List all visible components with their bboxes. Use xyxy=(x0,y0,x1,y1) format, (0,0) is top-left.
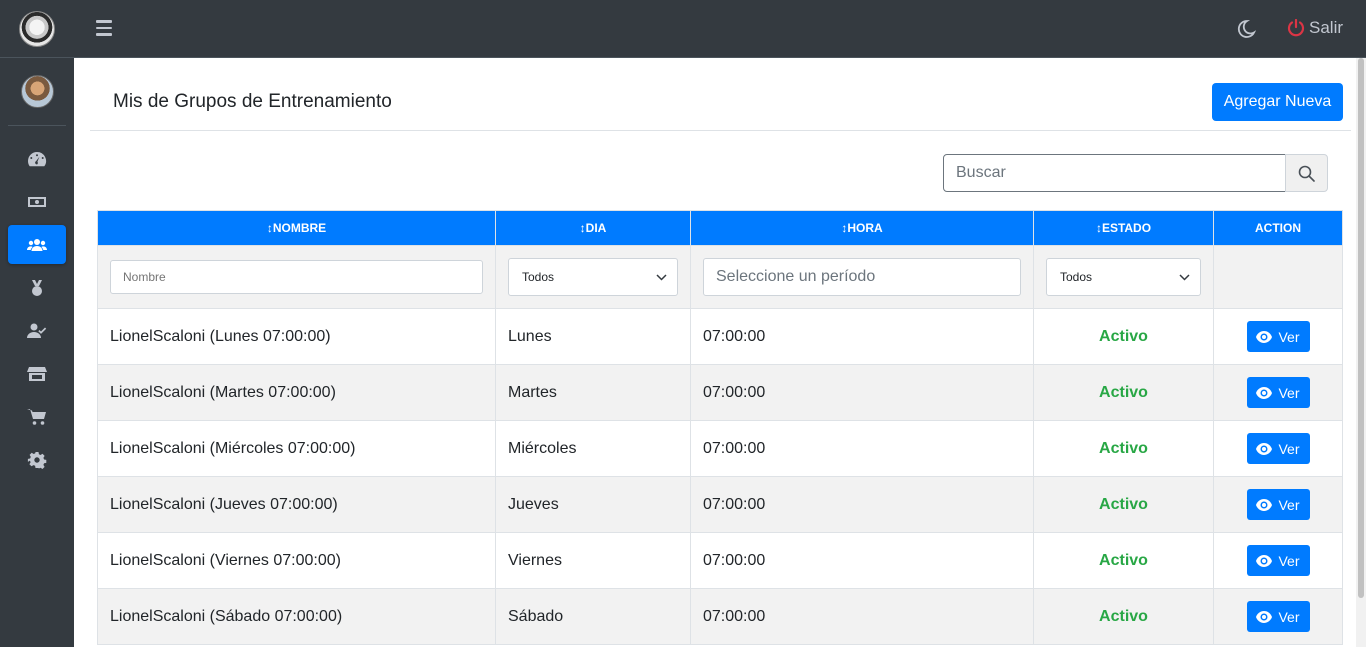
filter-row: Todos Todos xyxy=(97,245,1343,309)
cell-nombre: LionelScaloni (Miércoles 07:00:00) xyxy=(97,420,496,477)
cell-hora: 07:00:00 xyxy=(690,476,1034,533)
table-row: LionelScaloni (Lunes 07:00:00) Lunes 07:… xyxy=(97,308,1343,365)
table-header-row: ↕NOMBRE ↕DIA ↕HORA ↕ESTADO ACTION xyxy=(97,210,1343,246)
table-row: LionelScaloni (Viernes 07:00:00) Viernes… xyxy=(97,532,1343,589)
brand-logo[interactable] xyxy=(19,10,55,47)
eye-icon xyxy=(1256,386,1273,399)
filter-nombre-input[interactable] xyxy=(110,260,483,294)
sidebar-item-medals[interactable] xyxy=(8,268,66,307)
table-row: LionelScaloni (Martes 07:00:00) Martes 0… xyxy=(97,364,1343,421)
cell-nombre: LionelScaloni (Sábado 07:00:00) xyxy=(97,588,496,645)
ver-button[interactable]: Ver xyxy=(1246,601,1310,632)
eye-icon xyxy=(1256,498,1273,511)
cell-estado: Activo xyxy=(1033,588,1214,645)
table-row: LionelScaloni (Sábado 07:00:00) Sábado 0… xyxy=(97,588,1343,645)
filter-action-empty xyxy=(1213,245,1343,309)
cell-dia: Miércoles xyxy=(495,420,691,477)
cell-hora: 07:00:00 xyxy=(690,532,1034,589)
page-title: Mis de Grupos de Entrenamiento xyxy=(113,91,392,112)
menu-toggle-icon[interactable] xyxy=(96,20,112,36)
user-check-icon xyxy=(27,323,47,338)
dark-mode-icon[interactable] xyxy=(1236,19,1256,39)
money-icon xyxy=(28,196,46,207)
filter-dia-select[interactable]: Todos xyxy=(508,258,678,296)
cell-hora: 07:00:00 xyxy=(690,364,1034,421)
header-nombre[interactable]: ↕NOMBRE xyxy=(97,210,496,246)
eye-icon xyxy=(1256,554,1273,567)
header-estado[interactable]: ↕ESTADO xyxy=(1033,210,1214,246)
cell-nombre: LionelScaloni (Viernes 07:00:00) xyxy=(97,532,496,589)
cell-hora: 07:00:00 xyxy=(690,420,1034,477)
card-header: Mis de Grupos de Entrenamiento Agregar N… xyxy=(90,58,1351,131)
eye-icon xyxy=(1256,330,1273,343)
sidebar-item-groups[interactable] xyxy=(8,225,66,264)
cell-hora: 07:00:00 xyxy=(690,308,1034,365)
filter-dia-value: Todos xyxy=(522,270,555,284)
store-icon xyxy=(27,366,47,381)
ver-button[interactable]: Ver xyxy=(1246,321,1310,352)
header-hora[interactable]: ↕HORA xyxy=(690,210,1034,246)
page-scrollbar[interactable] xyxy=(1356,58,1366,647)
chevron-down-icon xyxy=(1179,273,1190,281)
ver-button[interactable]: Ver xyxy=(1246,377,1310,408)
search-button[interactable] xyxy=(1285,154,1328,192)
sidebar-item-dashboard[interactable] xyxy=(8,139,66,178)
filter-estado-value: Todos xyxy=(1060,270,1093,284)
add-new-button[interactable]: Agregar Nueva xyxy=(1212,83,1343,121)
power-icon xyxy=(1287,19,1305,37)
cell-dia: Sábado xyxy=(495,588,691,645)
table-row: LionelScaloni (Jueves 07:00:00) Jueves 0… xyxy=(97,476,1343,533)
cell-dia: Lunes xyxy=(495,308,691,365)
sidebar-item-cart[interactable] xyxy=(8,397,66,436)
sidebar xyxy=(0,0,74,647)
cell-dia: Martes xyxy=(495,364,691,421)
sidebar-item-settings[interactable] xyxy=(8,440,66,479)
ver-button[interactable]: Ver xyxy=(1246,489,1310,520)
ver-button[interactable]: Ver xyxy=(1246,545,1310,576)
cell-dia: Viernes xyxy=(495,532,691,589)
cell-estado: Activo xyxy=(1033,364,1214,421)
cell-estado: Activo xyxy=(1033,476,1214,533)
cell-hora: 07:00:00 xyxy=(690,588,1034,645)
cell-estado: Activo xyxy=(1033,308,1214,365)
sidebar-item-attendance[interactable] xyxy=(8,311,66,350)
main-content: Mis de Grupos de Entrenamiento Agregar N… xyxy=(74,58,1354,647)
filter-estado-select[interactable]: Todos xyxy=(1046,258,1201,296)
chevron-down-icon xyxy=(656,273,667,281)
cell-estado: Activo xyxy=(1033,420,1214,477)
sidebar-item-payments[interactable] xyxy=(8,182,66,221)
sidebar-item-store[interactable] xyxy=(8,354,66,393)
topbar: Salir xyxy=(74,0,1366,58)
logout-label: Salir xyxy=(1309,18,1344,37)
user-panel xyxy=(8,58,66,126)
logout-button[interactable]: Salir xyxy=(1287,18,1343,38)
cart-icon xyxy=(27,408,46,425)
cell-nombre: LionelScaloni (Jueves 07:00:00) xyxy=(97,476,496,533)
eye-icon xyxy=(1256,442,1273,455)
scrollbar-thumb[interactable] xyxy=(1358,58,1364,598)
table-row: LionelScaloni (Miércoles 07:00:00) Miérc… xyxy=(97,420,1343,477)
gear-icon xyxy=(27,451,47,469)
cell-nombre: LionelScaloni (Martes 07:00:00) xyxy=(97,364,496,421)
brand xyxy=(0,0,74,58)
header-dia[interactable]: ↕DIA xyxy=(495,210,691,246)
search-input[interactable] xyxy=(943,154,1286,192)
dashboard-icon xyxy=(28,151,47,166)
filter-hora-input[interactable] xyxy=(703,258,1021,296)
sidebar-nav xyxy=(0,139,74,479)
users-icon xyxy=(27,238,47,251)
medal-icon xyxy=(32,279,42,296)
search-icon xyxy=(1298,165,1315,182)
eye-icon xyxy=(1256,610,1273,623)
cell-estado: Activo xyxy=(1033,532,1214,589)
groups-table: ↕NOMBRE ↕DIA ↕HORA ↕ESTADO ACTION Todos xyxy=(97,210,1343,645)
ver-button[interactable]: Ver xyxy=(1246,433,1310,464)
header-action: ACTION xyxy=(1213,210,1343,246)
cell-dia: Jueves xyxy=(495,476,691,533)
cell-nombre: LionelScaloni (Lunes 07:00:00) xyxy=(97,308,496,365)
avatar[interactable] xyxy=(20,75,54,108)
